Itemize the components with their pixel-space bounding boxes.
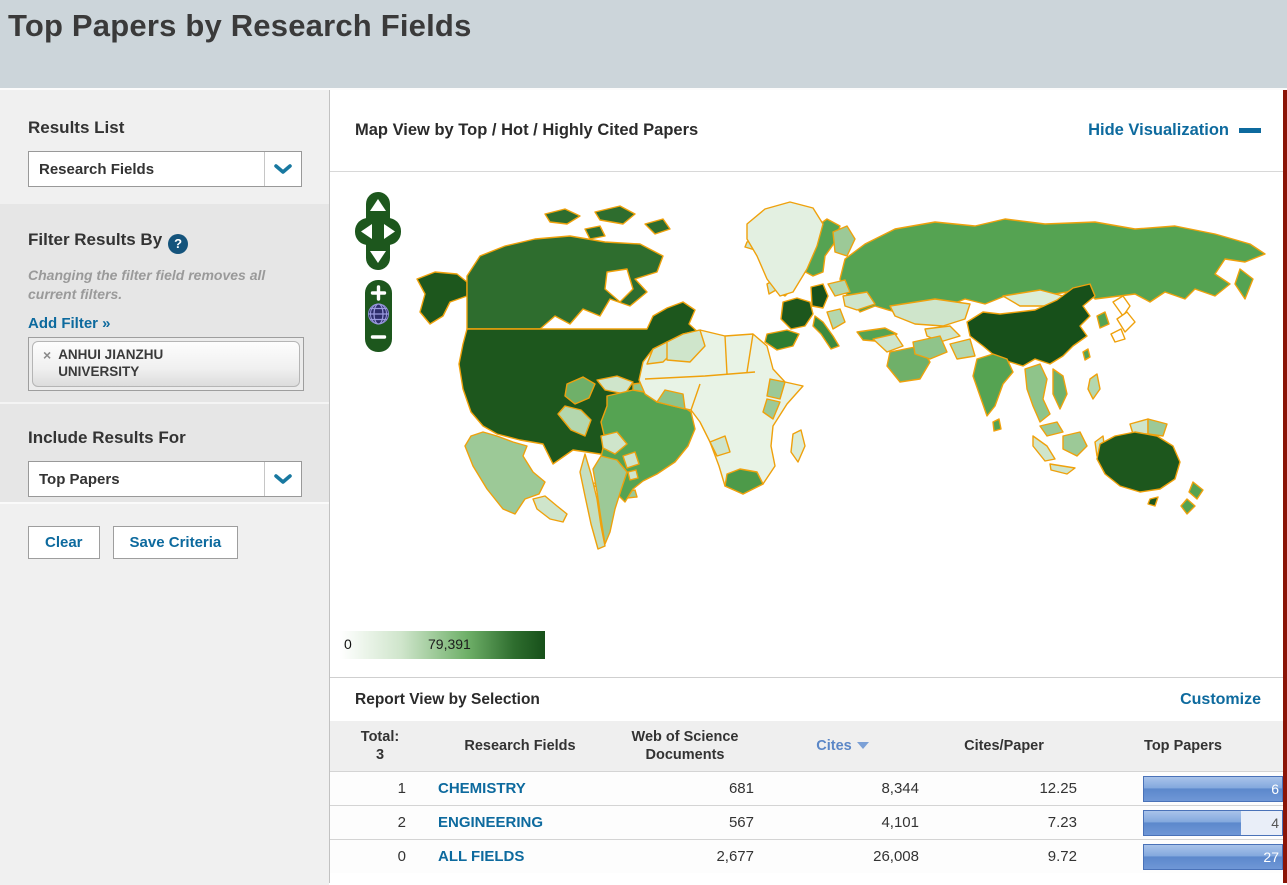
remove-filter-icon[interactable]: × xyxy=(43,347,51,363)
world-map[interactable] xyxy=(395,184,1275,569)
save-criteria-button[interactable]: Save Criteria xyxy=(112,526,239,559)
country-australia xyxy=(1096,431,1181,493)
hide-visualization-link[interactable]: Hide Visualization xyxy=(1088,121,1261,140)
filter-chip[interactable]: × ANHUI JIANZHU UNIVERSITY xyxy=(32,340,300,387)
report-table: Total: 3 Research Fields Web of Science … xyxy=(330,721,1283,873)
row-docs: 567 xyxy=(728,814,754,831)
field-link[interactable]: CHEMISTRY xyxy=(438,780,526,797)
row-docs: 2,677 xyxy=(716,848,754,865)
row-cites-per-paper: 7.23 xyxy=(1047,814,1077,831)
column-cites-sorted[interactable]: Cites xyxy=(760,737,925,755)
table-row: 0 ALL FIELDS 2,677 26,008 9.72 27 xyxy=(330,839,1283,873)
results-list-dropdown-value: Research Fields xyxy=(39,160,155,178)
row-rank: 2 xyxy=(397,814,406,831)
results-list-section: Results List Research Fields xyxy=(0,90,329,204)
column-cites-per-paper[interactable]: Cites/Paper xyxy=(925,737,1083,755)
country-spain xyxy=(764,329,800,351)
page-header: Top Papers by Research Fields xyxy=(0,0,1287,88)
row-docs: 681 xyxy=(728,780,754,797)
row-rank: 1 xyxy=(397,780,406,797)
legend-max-label: 79,391 xyxy=(428,636,471,652)
main-content: Map View by Top / Hot / Highly Cited Pap… xyxy=(330,90,1283,883)
right-edge-strip xyxy=(1283,90,1287,883)
sort-descending-icon xyxy=(856,742,869,749)
column-research-fields[interactable]: Research Fields xyxy=(430,737,610,755)
top-papers-bar: 6 xyxy=(1143,775,1283,802)
add-filter-link[interactable]: Add Filter » xyxy=(28,315,111,332)
report-view-title: Report View by Selection xyxy=(355,690,540,708)
pan-control xyxy=(355,192,401,270)
actions-section: Clear Save Criteria xyxy=(0,502,329,885)
column-top-papers[interactable]: Top Papers xyxy=(1083,737,1283,755)
legend-min-label: 0 xyxy=(344,636,352,652)
row-cites: 4,101 xyxy=(881,814,919,831)
chevron-down-icon xyxy=(264,462,301,496)
country-india xyxy=(972,353,1014,417)
include-results-dropdown-value: Top Papers xyxy=(39,470,120,488)
row-field: ENGINEERING xyxy=(430,814,610,831)
field-link[interactable]: ENGINEERING xyxy=(438,814,543,831)
top-papers-value: 4 xyxy=(1271,814,1279,831)
include-results-section: Include Results For Top Papers xyxy=(0,402,329,502)
include-results-heading: Include Results For xyxy=(28,428,186,447)
top-papers-value: 6 xyxy=(1271,780,1279,797)
row-cites: 26,008 xyxy=(873,848,919,865)
zoom-control xyxy=(365,280,392,352)
top-papers-value: 27 xyxy=(1263,848,1279,865)
filter-section: Filter Results By? Changing the filter f… xyxy=(0,204,329,402)
row-field: ALL FIELDS xyxy=(430,848,610,865)
map-panel-header: Map View by Top / Hot / Highly Cited Pap… xyxy=(330,90,1283,172)
chevron-down-icon xyxy=(264,152,301,186)
table-row: 2 ENGINEERING 567 4,101 7.23 4 xyxy=(330,805,1283,839)
country-mexico xyxy=(464,431,546,515)
include-results-dropdown[interactable]: Top Papers xyxy=(28,461,302,497)
filter-chip-label: ANHUI JIANZHU UNIVERSITY xyxy=(58,346,164,379)
field-link[interactable]: ALL FIELDS xyxy=(438,848,524,865)
country-france xyxy=(780,297,814,330)
map-controls xyxy=(355,192,401,357)
map-view-title: Map View by Top / Hot / Highly Cited Pap… xyxy=(355,121,699,139)
column-wos-documents[interactable]: Web of Science Documents xyxy=(610,728,760,764)
row-cites-per-paper: 12.25 xyxy=(1039,780,1077,797)
customize-link[interactable]: Customize xyxy=(1180,691,1261,709)
results-list-heading: Results List xyxy=(28,118,125,137)
table-row: 1 CHEMISTRY 681 8,344 12.25 6 xyxy=(330,771,1283,805)
clear-button[interactable]: Clear xyxy=(28,526,100,559)
country-alaska xyxy=(416,271,468,325)
top-papers-bar: 4 xyxy=(1143,809,1283,836)
country-south-africa xyxy=(724,468,764,495)
row-field: CHEMISTRY xyxy=(430,780,610,797)
report-header: Report View by Selection Customize xyxy=(330,677,1283,721)
row-rank: 0 xyxy=(397,848,406,865)
country-germany xyxy=(810,283,829,309)
help-question-icon[interactable]: ? xyxy=(168,233,189,254)
map-color-legend: 0 79,391 xyxy=(340,631,545,659)
filter-note: Changing the filter field removes all cu… xyxy=(28,266,266,302)
country-canada xyxy=(466,235,664,330)
map-region: 0 79,391 xyxy=(330,172,1283,677)
page-title: Top Papers by Research Fields xyxy=(8,8,472,43)
row-cites-per-paper: 9.72 xyxy=(1047,848,1077,865)
column-total: Total: 3 xyxy=(360,729,400,763)
filter-heading: Filter Results By xyxy=(28,230,163,249)
sidebar: Results List Research Fields Filter Resu… xyxy=(0,90,330,885)
table-header-row: Total: 3 Research Fields Web of Science … xyxy=(330,721,1283,771)
minus-icon xyxy=(1239,128,1261,133)
results-list-dropdown[interactable]: Research Fields xyxy=(28,151,302,187)
top-papers-bar: 27 xyxy=(1143,843,1283,870)
globe-icon xyxy=(368,303,389,325)
filter-chip-box: × ANHUI JIANZHU UNIVERSITY xyxy=(28,336,304,391)
country-greenland xyxy=(746,201,824,297)
row-cites: 8,344 xyxy=(881,780,919,797)
